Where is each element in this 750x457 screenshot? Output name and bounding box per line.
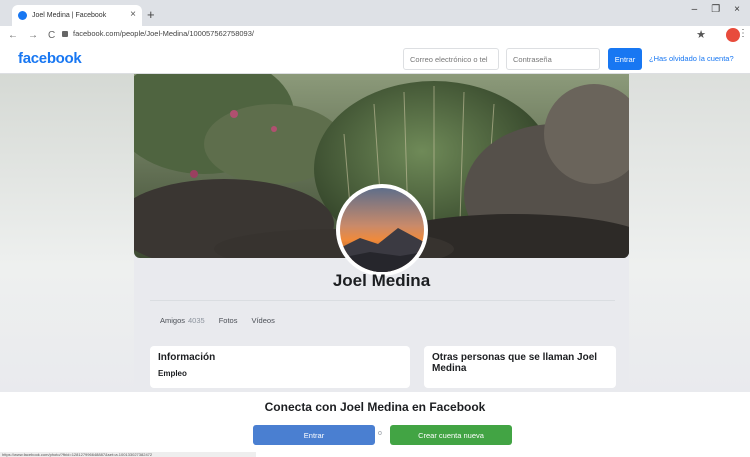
browser-tab[interactable]: Joel Medina | Facebook × xyxy=(12,5,142,26)
tab-photos[interactable]: Fotos xyxy=(219,316,238,325)
friends-count: 4035 xyxy=(188,316,205,325)
window-controls: – ❐ × xyxy=(692,4,740,15)
bookmark-star-icon[interactable]: ★ xyxy=(696,28,706,41)
tab-videos[interactable]: Vídeos xyxy=(251,316,274,325)
url-text: facebook.com/people/Joel-Medina/10005756… xyxy=(73,29,254,38)
browser-tab-strip: Joel Medina | Facebook × + – ❐ × xyxy=(0,0,750,26)
connect-title: Conecta con Joel Medina en Facebook xyxy=(264,400,486,414)
password-field[interactable]: Contraseña xyxy=(506,48,600,70)
status-url: https://www.facebook.com/photo/?fbid=128… xyxy=(0,452,256,457)
restore-icon[interactable]: ❐ xyxy=(711,4,720,15)
left-backdrop xyxy=(0,74,134,394)
create-account-button[interactable]: Crear cuenta nueva xyxy=(390,425,512,445)
profile-picture-image xyxy=(340,188,424,272)
forward-icon[interactable]: → xyxy=(28,30,38,41)
email-field[interactable]: Correo electrónico o tel xyxy=(403,48,499,70)
facebook-favicon-icon xyxy=(18,11,27,20)
facebook-header: facebook Correo electrónico o tel Contra… xyxy=(0,44,750,74)
browser-menu-icon[interactable]: ⋮ xyxy=(738,28,748,39)
reload-icon[interactable]: C xyxy=(48,30,55,41)
info-card-item: Empleo xyxy=(158,369,187,378)
profile-name: Joel Medina xyxy=(332,271,431,290)
connect-or-text: o xyxy=(378,430,382,437)
connect-login-button[interactable]: Entrar xyxy=(253,425,375,445)
minimize-icon[interactable]: – xyxy=(692,4,698,15)
header-login-button[interactable]: Entrar xyxy=(608,48,642,70)
info-card: Información Empleo xyxy=(150,346,410,388)
tab-friends[interactable]: Amigos 4035 xyxy=(160,316,205,325)
nav-buttons: ← → C xyxy=(8,30,55,41)
forgot-account-link[interactable]: ¿Has olvidado la cuenta? xyxy=(649,54,734,63)
lock-icon xyxy=(62,30,68,37)
facebook-logo[interactable]: facebook xyxy=(18,50,82,67)
new-tab-button[interactable]: + xyxy=(147,7,155,22)
back-icon[interactable]: ← xyxy=(8,30,18,41)
profile-tabs: Amigos 4035 Fotos Vídeos xyxy=(150,300,615,340)
connect-bar: Conecta con Joel Medina en Facebook Entr… xyxy=(0,392,750,457)
right-backdrop xyxy=(629,74,750,394)
url-field[interactable]: facebook.com/people/Joel-Medina/10005756… xyxy=(62,29,254,38)
others-card-title[interactable]: Otras personas que se llaman Joel Medina xyxy=(432,352,608,374)
tab-friends-label: Amigos xyxy=(160,316,186,325)
others-card: Otras personas que se llaman Joel Medina xyxy=(424,346,616,388)
close-window-icon[interactable]: × xyxy=(734,4,740,15)
close-tab-icon[interactable]: × xyxy=(130,9,136,20)
tab-title: Joel Medina | Facebook xyxy=(32,12,107,19)
profile-picture[interactable] xyxy=(336,184,428,276)
info-card-title: Información xyxy=(158,352,216,363)
address-bar: ← → C facebook.com/people/Joel-Medina/10… xyxy=(0,26,750,44)
